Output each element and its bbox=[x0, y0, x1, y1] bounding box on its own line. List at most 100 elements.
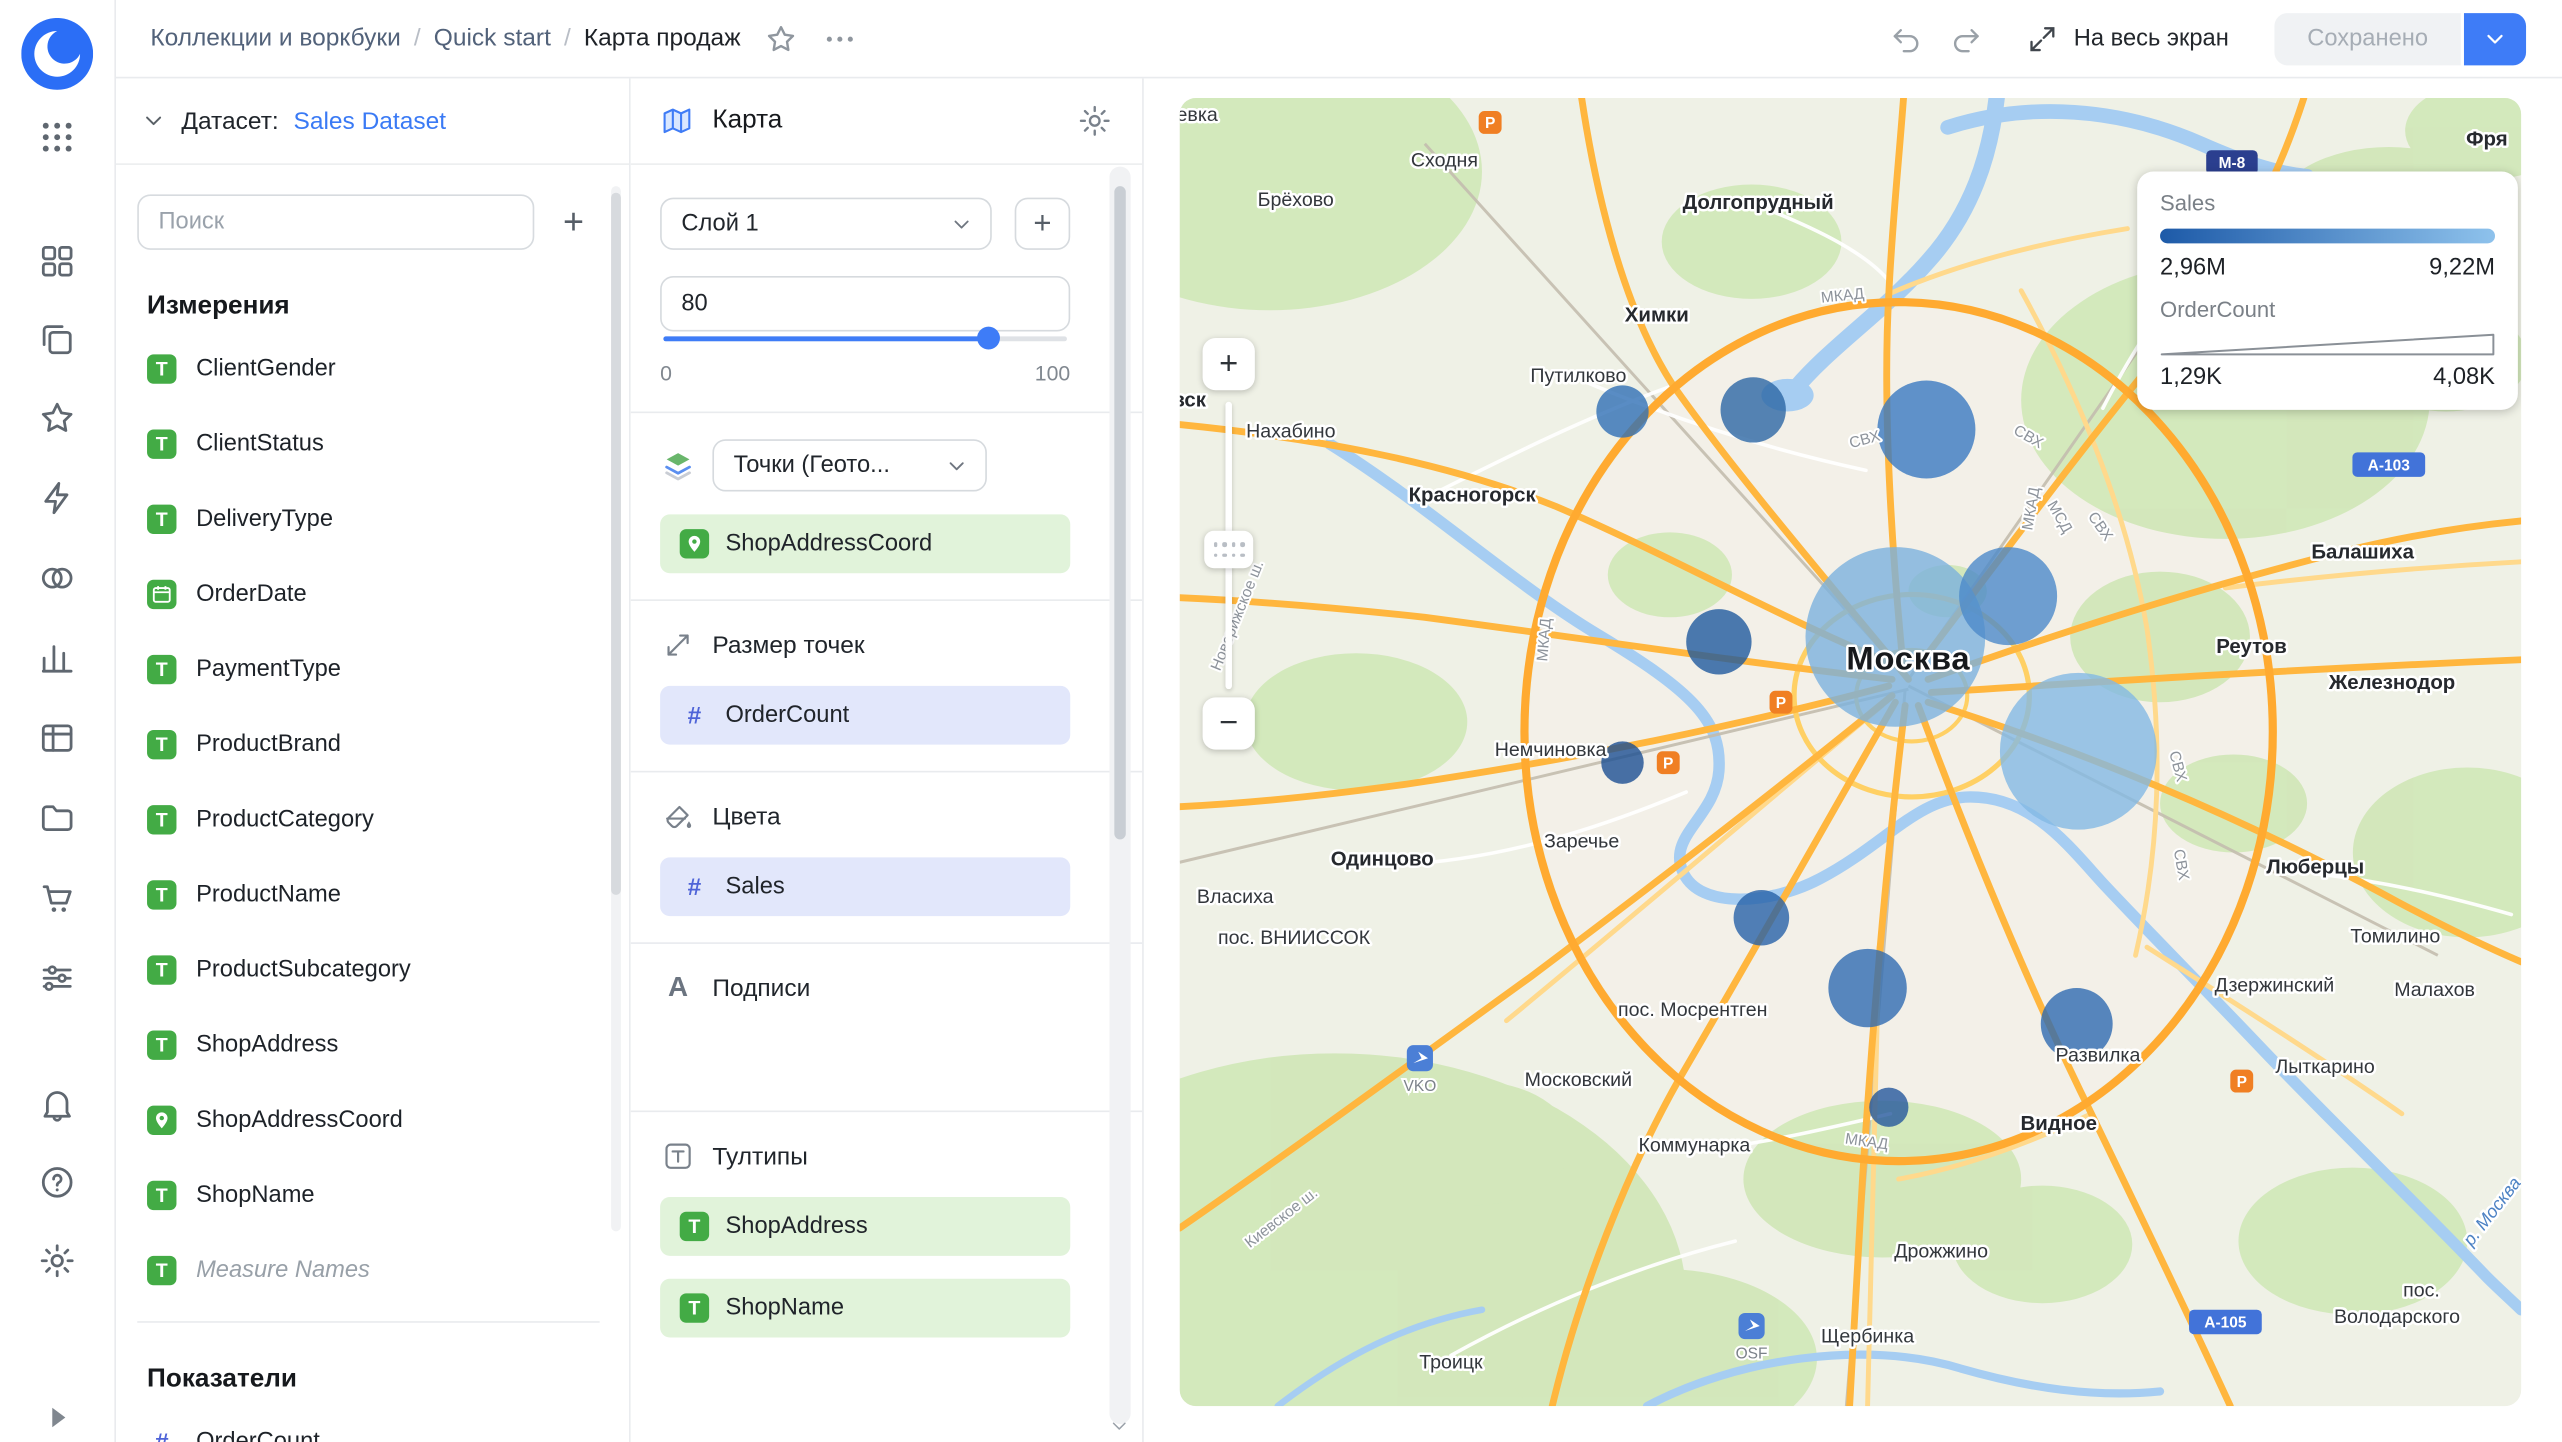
chart-type-title: Карта bbox=[712, 106, 782, 135]
settings-gear-icon[interactable] bbox=[38, 1241, 77, 1280]
tables-icon[interactable] bbox=[38, 719, 77, 758]
map-bubble[interactable] bbox=[1869, 1088, 1908, 1127]
quick-actions-bolt-icon[interactable] bbox=[38, 478, 77, 517]
map-label: Коммунарка bbox=[1638, 1134, 1750, 1156]
apps-grid-icon[interactable] bbox=[38, 118, 77, 157]
field-label: OrderDate bbox=[196, 581, 307, 607]
map-bubble[interactable] bbox=[1596, 385, 1648, 437]
dataset-field[interactable]: TShopName bbox=[137, 1158, 599, 1233]
datasets-folder-icon[interactable] bbox=[38, 799, 77, 838]
charts-icon[interactable] bbox=[38, 639, 77, 678]
dataset-field[interactable]: TDeliveryType bbox=[137, 482, 599, 557]
chart-settings-gear-icon[interactable] bbox=[1077, 103, 1113, 139]
add-field-button[interactable]: + bbox=[547, 196, 599, 248]
dataset-field[interactable]: TShopAddress bbox=[137, 1008, 599, 1083]
add-layer-button[interactable]: + bbox=[1015, 198, 1071, 250]
map-label: Немчиновка bbox=[1495, 739, 1607, 761]
undo-icon[interactable] bbox=[1889, 20, 1925, 56]
services-icon[interactable] bbox=[38, 559, 77, 598]
suburban-rail-station-icon: Р bbox=[1657, 751, 1680, 774]
map-bubble[interactable] bbox=[1805, 547, 1985, 727]
layer-select[interactable]: Слой 1 bbox=[660, 198, 992, 250]
fullscreen-button[interactable]: На весь экран bbox=[2026, 22, 2228, 55]
breadcrumb-item[interactable]: Коллекции и воркбуки bbox=[150, 24, 401, 52]
more-actions-icon[interactable] bbox=[822, 20, 858, 56]
datalens-logo[interactable] bbox=[21, 18, 93, 90]
marketplace-cart-icon[interactable] bbox=[38, 879, 77, 918]
map-bubble[interactable] bbox=[2000, 673, 2157, 830]
map-label: Реутов bbox=[2216, 636, 2287, 658]
point-size-field-chip[interactable]: # OrderCount bbox=[660, 686, 1070, 745]
notifications-bell-icon[interactable] bbox=[38, 1084, 77, 1123]
dataset-scrollbar-thumb[interactable] bbox=[611, 193, 621, 895]
opacity-input[interactable]: 80 bbox=[660, 276, 1070, 332]
text-field-icon: T bbox=[147, 1181, 176, 1210]
collapse-dataset-chevron-icon[interactable] bbox=[141, 108, 167, 134]
favorites-star-icon[interactable] bbox=[38, 398, 77, 437]
dataset-field[interactable]: TPaymentType bbox=[137, 632, 599, 707]
map-bubble[interactable] bbox=[1828, 949, 1906, 1027]
dataset-field[interactable]: TProductBrand bbox=[137, 707, 599, 782]
dataset-field[interactable]: TClientStatus bbox=[137, 407, 599, 482]
tooltip-field-chip[interactable]: TShopAddress bbox=[660, 1197, 1070, 1256]
tooltip-field-chip[interactable]: TShopName bbox=[660, 1279, 1070, 1338]
dataset-field[interactable]: OrderDate bbox=[137, 557, 599, 632]
svg-text:А-105: А-105 bbox=[2204, 1315, 2247, 1332]
divider bbox=[631, 599, 1142, 601]
map-bubble[interactable] bbox=[1601, 741, 1643, 783]
settings-sliders-icon[interactable] bbox=[38, 959, 77, 998]
breadcrumb-item[interactable]: Quick start bbox=[434, 24, 551, 52]
map-label: Сходня bbox=[1411, 150, 1478, 172]
map-bubble[interactable] bbox=[1686, 609, 1751, 674]
zoom-in-button[interactable]: + bbox=[1203, 338, 1255, 390]
map-canvas[interactable]: РРРРVKOOSFМ-8А-103А-105 реевкаСходняБрёх… bbox=[1180, 98, 2521, 1406]
map-bubble[interactable] bbox=[1734, 890, 1790, 946]
dataset-field[interactable]: TProductSubcategory bbox=[137, 932, 599, 1007]
map-label: Дзержинский bbox=[2215, 974, 2335, 996]
redo-icon[interactable] bbox=[1948, 20, 1984, 56]
chevron-down-icon bbox=[944, 453, 969, 477]
dataset-field[interactable]: #OrderCount bbox=[137, 1404, 599, 1442]
chip-label: ShopName bbox=[725, 1295, 844, 1321]
save-dropdown-button[interactable] bbox=[2464, 12, 2526, 64]
colors-field-chip[interactable]: # Sales bbox=[660, 857, 1070, 916]
field-label: ProductBrand bbox=[196, 732, 341, 758]
collapse-rail-icon[interactable] bbox=[38, 1398, 77, 1437]
zoom-slider-grip[interactable] bbox=[1204, 531, 1253, 569]
map-bubble[interactable] bbox=[1721, 377, 1786, 442]
dataset-field[interactable]: TClientGender bbox=[137, 332, 599, 407]
geopoints-field-chip[interactable]: ShopAddressCoord bbox=[660, 514, 1070, 573]
date-field-icon bbox=[147, 580, 176, 609]
field-label: ShopAddress bbox=[196, 1032, 338, 1058]
svg-text:VKO: VKO bbox=[1404, 1078, 1437, 1095]
dataset-name-link[interactable]: Sales Dataset bbox=[293, 107, 446, 135]
dataset-field[interactable]: TProductName bbox=[137, 857, 599, 932]
scroll-down-chevron-icon[interactable] bbox=[1109, 1416, 1129, 1436]
field-label: DeliveryType bbox=[196, 506, 333, 532]
tooltip-chips: TShopAddress TShopName bbox=[631, 1197, 1142, 1337]
dashboards-icon[interactable] bbox=[38, 242, 77, 281]
dataset-field[interactable]: ShopAddressCoord bbox=[137, 1083, 599, 1158]
zoom-out-button[interactable]: − bbox=[1203, 697, 1255, 749]
dataset-field[interactable]: TMeasure Names bbox=[137, 1233, 599, 1308]
opacity-slider[interactable] bbox=[660, 328, 1070, 348]
opacity-slider-thumb[interactable] bbox=[977, 327, 1000, 350]
map-label: Малахов bbox=[2394, 979, 2475, 1001]
number-field-icon: # bbox=[147, 1428, 176, 1442]
map-legend: Sales 2,96M 9,22M OrderCount 1,29K 4,08K bbox=[2137, 171, 2518, 409]
saved-button[interactable]: Сохранено bbox=[2275, 12, 2461, 64]
favorite-star-icon[interactable] bbox=[763, 20, 799, 56]
chart-config-panel: Карта Слой 1 + 80 0 100 bbox=[631, 78, 1144, 1442]
help-icon[interactable] bbox=[38, 1163, 77, 1202]
map-bubble[interactable] bbox=[1959, 547, 2057, 645]
config-scrollbar-thumb[interactable] bbox=[1114, 186, 1125, 839]
map-bubble[interactable] bbox=[1877, 381, 1975, 479]
svg-text:М-8: М-8 bbox=[2219, 155, 2246, 172]
opacity-max-label: 100 bbox=[1035, 361, 1070, 385]
dataset-field[interactable]: TProductCategory bbox=[137, 782, 599, 857]
geotype-select[interactable]: Точки (Геото... bbox=[712, 439, 987, 491]
breadcrumb-separator: / bbox=[564, 24, 571, 52]
field-search-input[interactable] bbox=[137, 194, 534, 250]
suburban-rail-station-icon: Р bbox=[1479, 111, 1502, 134]
collections-icon[interactable] bbox=[38, 320, 77, 359]
